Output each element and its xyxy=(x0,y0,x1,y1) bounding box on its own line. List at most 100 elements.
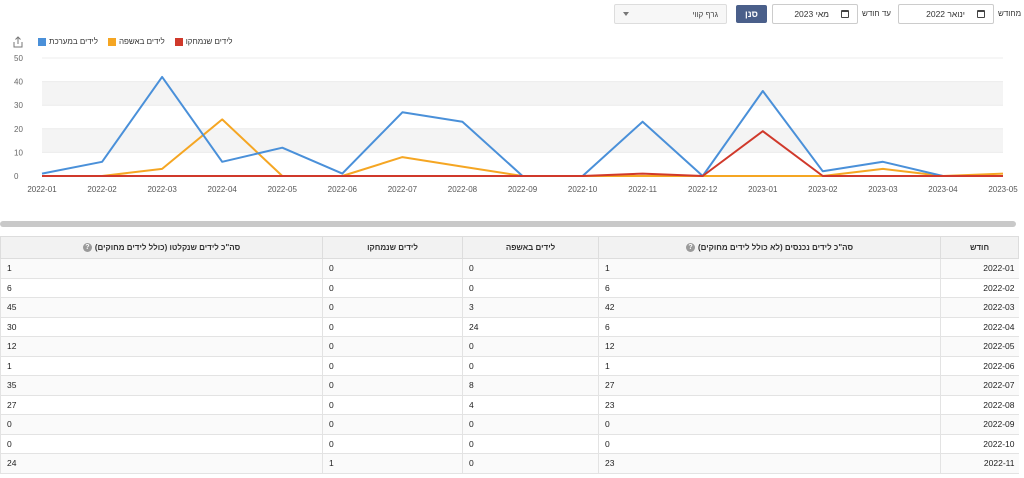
x-tick-label: 2022-06 xyxy=(328,185,358,194)
leads-line-chart: 0 10 20 30 40 50 2022-01 2022-02 2022-03 2022-04 2… xyxy=(14,54,1018,194)
help-icon[interactable]: ? xyxy=(82,243,92,253)
cell-trash: 0 xyxy=(462,278,599,298)
cell-month: 2022-03 xyxy=(940,297,1019,318)
cell-month: 2022-05 xyxy=(940,336,1019,357)
help-icon[interactable]: ? xyxy=(685,243,695,253)
cell-trash: 8 xyxy=(462,375,599,396)
y-tick-label: 30 xyxy=(14,101,23,110)
cell-deleted: 0 xyxy=(322,356,463,376)
cell-total: 1 xyxy=(0,258,323,279)
chart-type-select[interactable]: גרף קווי xyxy=(614,4,727,24)
cell-total: 0 xyxy=(0,414,323,435)
cell-deleted: 0 xyxy=(322,395,463,415)
cell-trash: 0 xyxy=(462,336,599,357)
cell-month: 2022-01 xyxy=(940,258,1019,279)
cell-month: 2022-04 xyxy=(940,317,1019,337)
cell-month: 2022-07 xyxy=(940,375,1019,396)
grid-band xyxy=(42,81,1003,106)
horizontal-scrollbar[interactable] xyxy=(0,221,1016,227)
cell-deleted: 0 xyxy=(322,375,463,396)
filter-bar: מחודש ינואר 2022 עד חודש מאי 2023 סנן גר… xyxy=(0,0,1024,28)
cell-entered: 1 xyxy=(598,356,941,376)
to-month-value: מאי 2023 xyxy=(794,9,829,19)
header-deleted[interactable]: לידים שנמחקו xyxy=(322,236,463,259)
x-tick-label: 2022-01 xyxy=(27,185,57,194)
cell-entered: 0 xyxy=(598,434,941,454)
calendar-icon[interactable] xyxy=(977,10,985,18)
header-total[interactable]: סה"כ לידים שנקלטו (כולל לידים מחוקים)? xyxy=(0,236,323,259)
y-tick-label: 20 xyxy=(14,125,23,134)
cell-total: 6 xyxy=(0,278,323,298)
to-month-input[interactable]: מאי 2023 xyxy=(772,4,858,24)
y-tick-label: 50 xyxy=(14,54,23,63)
cell-trash: 0 xyxy=(462,453,599,474)
cell-month: 2022-08 xyxy=(940,395,1019,415)
table-row: 2022-06 1 0 0 1 xyxy=(0,356,1019,376)
y-tick-label: 40 xyxy=(14,78,23,87)
x-tick-label: 2022-10 xyxy=(568,185,598,194)
cell-trash: 0 xyxy=(462,258,599,279)
cell-total: 12 xyxy=(0,336,323,357)
cell-entered: 6 xyxy=(598,317,941,337)
cell-month: 2022-09 xyxy=(940,414,1019,435)
from-month-value: ינואר 2022 xyxy=(926,9,965,19)
cell-total: 45 xyxy=(0,297,323,318)
header-month[interactable]: חודש xyxy=(940,236,1019,259)
chart-type-value: גרף קווי xyxy=(692,9,718,19)
cell-entered: 42 xyxy=(598,297,941,318)
calendar-icon[interactable] xyxy=(841,10,849,18)
filter-button[interactable]: סנן xyxy=(736,5,767,23)
cell-entered: 23 xyxy=(598,453,941,474)
cell-month: 2022-10 xyxy=(940,434,1019,454)
x-tick-label: 2022-02 xyxy=(87,185,117,194)
table-row: 2022-09 0 0 0 0 xyxy=(0,414,1019,435)
cell-trash: 0 xyxy=(462,434,599,454)
table-row: 2022-05 12 0 0 12 xyxy=(0,336,1019,357)
cell-trash: 3 xyxy=(462,297,599,318)
cell-deleted: 0 xyxy=(322,258,463,279)
cell-month: 2022-02 xyxy=(940,278,1019,298)
cell-total: 35 xyxy=(0,375,323,396)
table-row: 2022-04 6 24 0 30 xyxy=(0,317,1019,337)
from-month-label: מחודש xyxy=(998,9,1022,18)
table-row: 2022-01 1 0 0 1 xyxy=(0,258,1019,279)
cell-deleted: 0 xyxy=(322,317,463,337)
header-entered[interactable]: סה"כ לידים נכנסים (לא כולל לידים מחוקים)… xyxy=(598,236,941,259)
y-tick-label: 10 xyxy=(14,148,23,157)
cell-trash: 0 xyxy=(462,356,599,376)
cell-total: 1 xyxy=(0,356,323,376)
cell-trash: 0 xyxy=(462,414,599,435)
cell-month: 2022-11 xyxy=(940,453,1019,474)
cell-deleted: 0 xyxy=(322,336,463,357)
table-row: 2022-11 23 0 1 24 xyxy=(0,453,1019,474)
cell-month: 2022-06 xyxy=(940,356,1019,376)
cell-deleted: 0 xyxy=(322,434,463,454)
cell-entered: 1 xyxy=(598,258,941,279)
cell-deleted: 0 xyxy=(322,414,463,435)
x-tick-label: 2023-01 xyxy=(748,185,778,194)
x-tick-label: 2022-07 xyxy=(388,185,418,194)
chevron-down-icon xyxy=(623,12,629,16)
cell-trash: 24 xyxy=(462,317,599,337)
cell-deleted: 0 xyxy=(322,297,463,318)
x-tick-label: 2022-08 xyxy=(448,185,478,194)
x-tick-label: 2023-05 xyxy=(988,185,1018,194)
cell-entered: 12 xyxy=(598,336,941,357)
cell-entered: 27 xyxy=(598,375,941,396)
table-row: 2022-03 42 3 0 45 xyxy=(0,297,1019,318)
cell-entered: 23 xyxy=(598,395,941,415)
table-header-row: חודש סה"כ לידים נכנסים (לא כולל לידים מח… xyxy=(0,236,1019,259)
leads-table: חודש סה"כ לידים נכנסים (לא כולל לידים מח… xyxy=(0,236,1019,474)
table-row: 2022-02 6 0 0 6 xyxy=(0,278,1019,298)
x-tick-label: 2023-04 xyxy=(928,185,958,194)
cell-deleted: 1 xyxy=(322,453,463,474)
cell-entered: 0 xyxy=(598,414,941,435)
x-tick-label: 2022-12 xyxy=(688,185,718,194)
table-row: 2022-10 0 0 0 0 xyxy=(0,434,1019,454)
header-trash[interactable]: לידים באשפה xyxy=(462,236,599,259)
x-tick-label: 2023-02 xyxy=(808,185,838,194)
from-month-input[interactable]: ינואר 2022 xyxy=(898,4,994,24)
cell-deleted: 0 xyxy=(322,278,463,298)
cell-total: 30 xyxy=(0,317,323,337)
cell-total: 24 xyxy=(0,453,323,474)
